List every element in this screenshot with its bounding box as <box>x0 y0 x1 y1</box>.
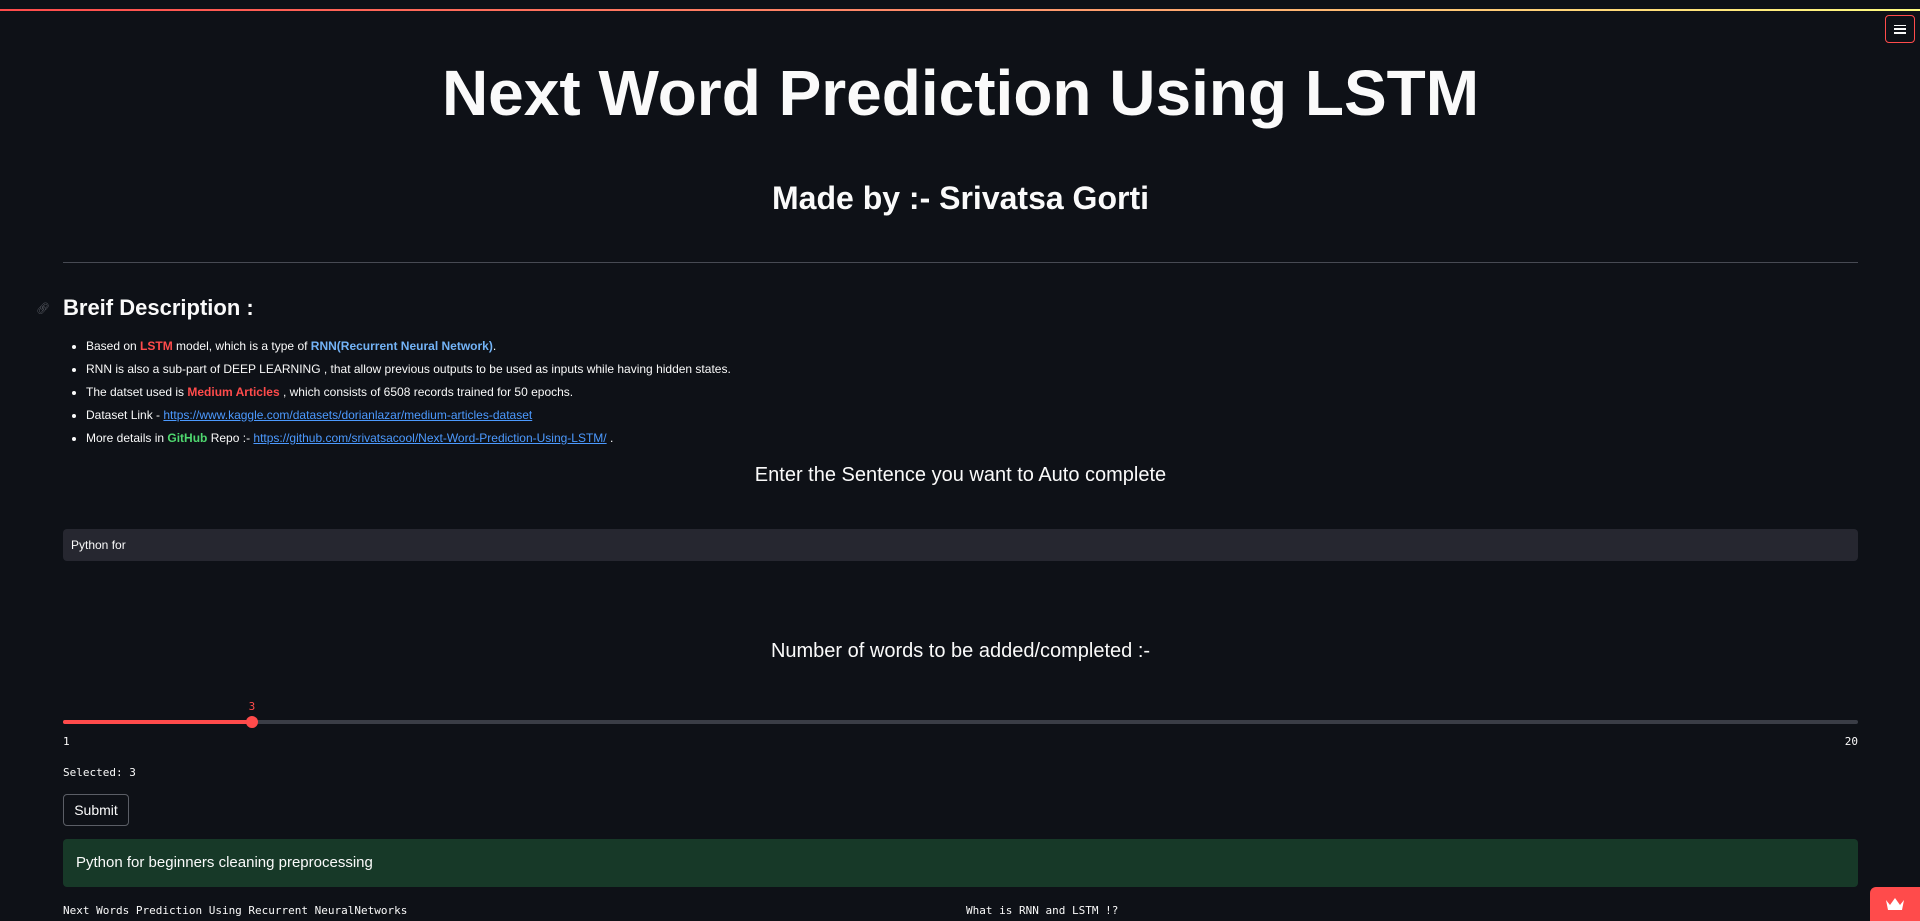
slider-fill <box>63 720 252 724</box>
bullet-text: Repo :- <box>207 431 254 445</box>
bottom-left-text: Next Words Prediction Using Recurrent Ne… <box>63 904 408 917</box>
lstm-highlight: LSTM <box>140 339 173 353</box>
list-item: Dataset Link - https://www.kaggle.com/da… <box>86 404 886 427</box>
crown-icon <box>1886 898 1904 910</box>
streamlit-badge-button[interactable] <box>1870 887 1920 921</box>
rnn-highlight: RNN(Recurrent Neural Network) <box>310 339 493 353</box>
github-highlight: GitHub <box>167 431 208 445</box>
bullet-text: The datset used is <box>86 385 188 399</box>
top-decoration-bar <box>0 9 1920 11</box>
bullet-text: model, which is a type of <box>172 339 311 353</box>
link-anchor-icon[interactable]: 🔗︎ <box>36 302 50 315</box>
sentence-input-label: Enter the Sentence you want to Auto comp… <box>754 464 1167 486</box>
description-list: Based on LSTM model, which is a type of … <box>63 335 886 450</box>
slider-thumb[interactable] <box>245 716 258 728</box>
bullet-text: Based on <box>86 339 141 353</box>
bullet-text: More details in <box>86 431 168 445</box>
slider-max-label: 20 <box>1844 735 1858 748</box>
slider-value-label: 3 <box>248 700 256 713</box>
word-count-label: Number of words to be added/completed :- <box>770 640 1151 662</box>
author-subtitle: Made by :- Srivatsa Gorti <box>772 180 1149 216</box>
bullet-text: , which consists of 6508 records trained… <box>279 385 574 399</box>
divider <box>63 262 1858 263</box>
word-count-slider[interactable] <box>63 716 1858 728</box>
bottom-right-text: What is RNN and LSTM !? <box>966 904 1119 917</box>
dataset-link[interactable]: https://www.kaggle.com/datasets/dorianla… <box>163 408 532 422</box>
bullet-text: Dataset Link - <box>86 408 164 422</box>
list-item: Based on LSTM model, which is a type of … <box>86 335 886 358</box>
github-repo-link[interactable]: https://github.com/srivatsacool/Next-Wor… <box>253 431 606 445</box>
sentence-input[interactable] <box>63 529 1858 561</box>
selected-value-text: Selected: 3 <box>63 766 136 779</box>
page-title: Next Word Prediction Using LSTM <box>441 57 1480 129</box>
list-item: The datset used is Medium Articles , whi… <box>86 381 886 404</box>
hamburger-menu-icon <box>1894 24 1906 34</box>
dataset-highlight: Medium Articles <box>187 385 280 399</box>
bullet-text: . <box>606 431 614 445</box>
main-menu-button[interactable] <box>1885 15 1915 43</box>
prediction-result: Python for beginners cleaning preprocess… <box>63 839 1858 887</box>
list-item: More details in GitHub Repo :- https://g… <box>86 427 886 450</box>
submit-button[interactable]: Submit <box>63 794 129 826</box>
description-heading: Breif Description : <box>63 295 254 320</box>
list-item: RNN is also a sub-part of DEEP LEARNING … <box>86 358 886 381</box>
bullet-text: . <box>492 339 497 353</box>
slider-min-label: 1 <box>63 735 70 748</box>
